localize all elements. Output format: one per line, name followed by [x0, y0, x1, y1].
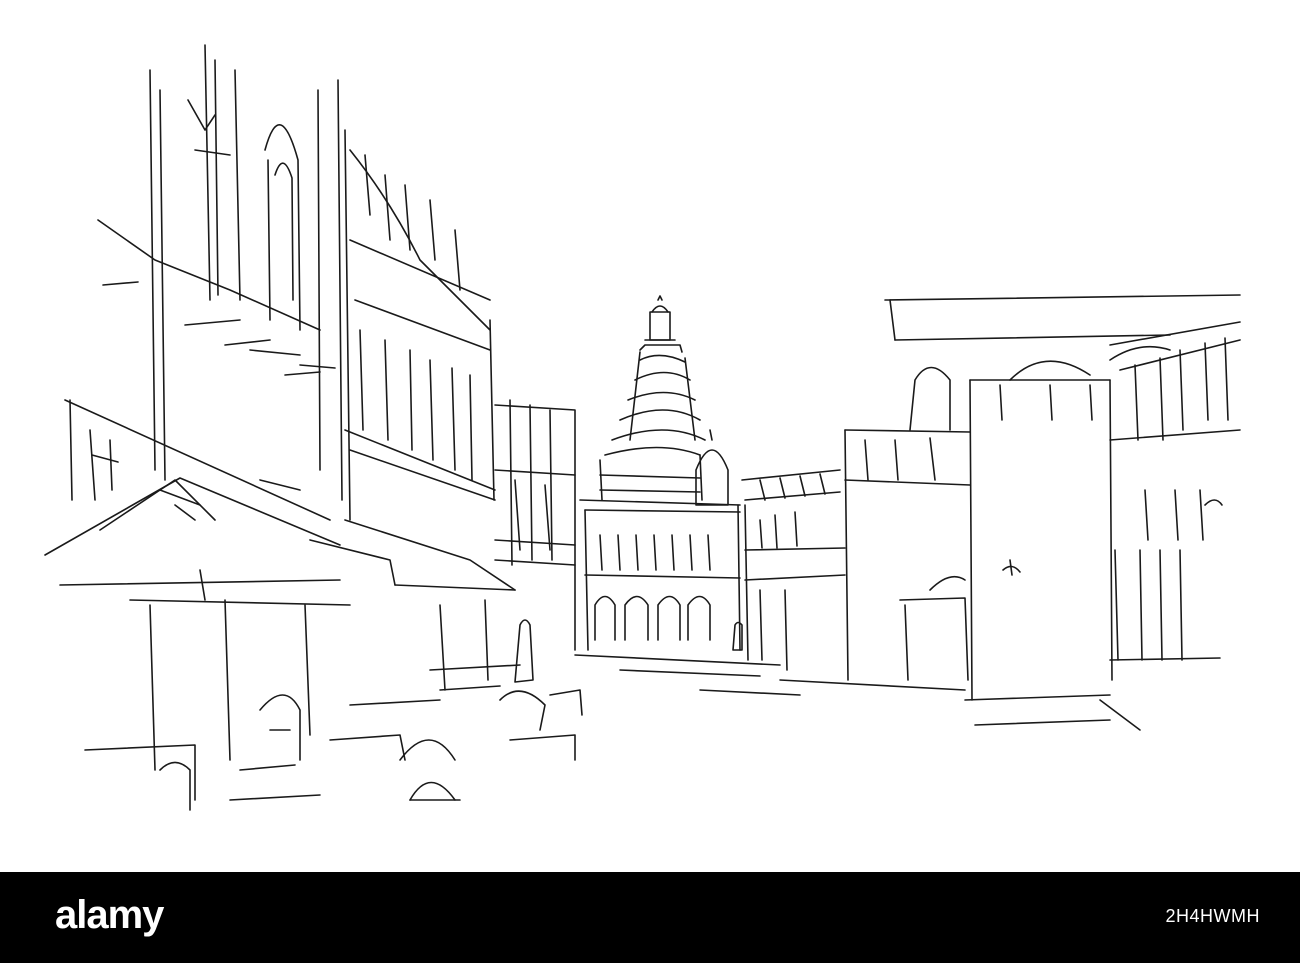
left-building — [64, 44, 343, 521]
right-large-building — [779, 294, 1241, 731]
spiral-minaret-mosque — [599, 295, 729, 506]
image-id-label: 2H4HWMH — [1165, 906, 1260, 926]
right-center-building — [741, 469, 846, 671]
center-left-building — [494, 399, 576, 651]
street-scene-sketch — [0, 0, 1300, 872]
watermark-footer: alamy 2H4HWMH — [0, 872, 1300, 963]
alamy-logo-text: alamy — [55, 893, 165, 937]
pedestrian-figures — [514, 619, 743, 683]
center-arcade-building — [579, 499, 741, 651]
alamy-logo: alamy — [55, 893, 166, 937]
cafe-umbrellas — [44, 477, 516, 771]
middle-left-building — [344, 129, 496, 521]
sketch-drawing — [44, 44, 1241, 811]
cafe-furniture — [84, 664, 583, 811]
